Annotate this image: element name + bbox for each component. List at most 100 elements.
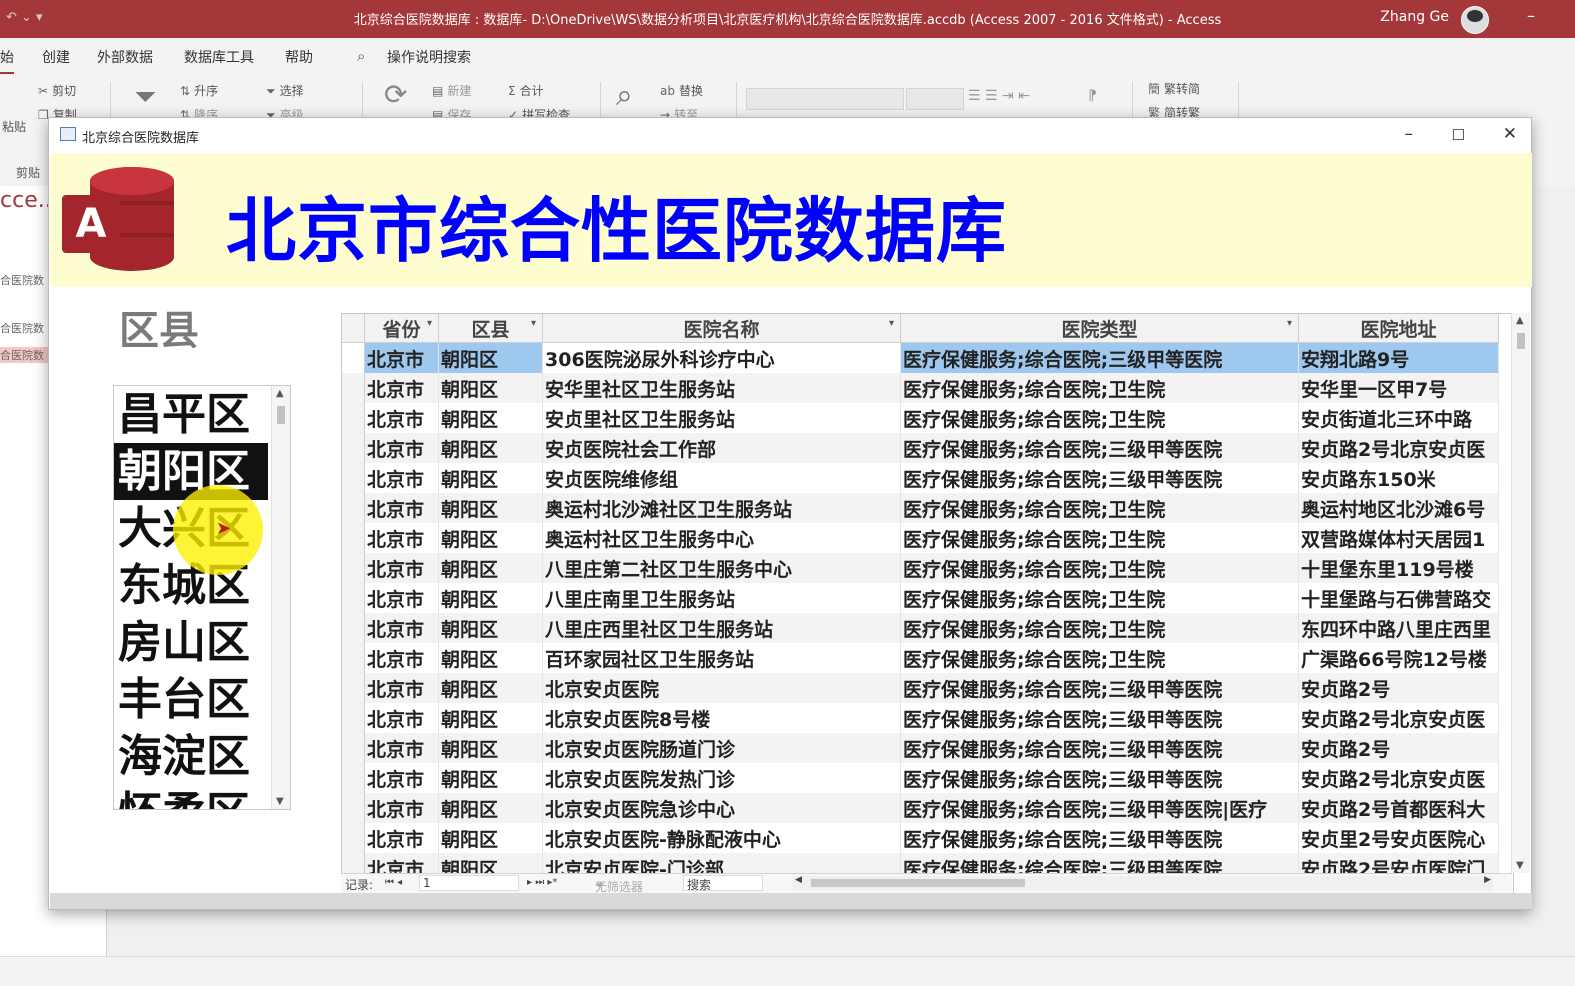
cell-hospital-type[interactable]: 医疗保健服务;综合医院;三级甲等医院 xyxy=(900,342,1299,373)
cell-hospital-type[interactable]: 医疗保健服务;综合医院;卫生院 xyxy=(900,583,1299,613)
hospital-datasheet[interactable]: 省份 ▾ 区县 ▾ 医院名称 ▾ 医院类型 ▾ 医院地址 北京市 朝阳区 306医院泌尿外科… xyxy=(341,313,1514,895)
cell-province[interactable]: 北京市 xyxy=(364,373,439,403)
cell-address[interactable]: 双营路媒体村天居园1 xyxy=(1298,523,1499,553)
cell-hospital-type[interactable]: 医疗保健服务;综合医院;卫生院 xyxy=(900,613,1299,643)
cell-province[interactable]: 北京市 xyxy=(364,703,439,733)
row-selector[interactable] xyxy=(342,342,365,373)
nav-item-selected[interactable]: 合医院数 xyxy=(0,347,50,363)
cell-address[interactable]: 安贞路2号北京安贞医 xyxy=(1298,703,1499,733)
cell-province[interactable]: 北京市 xyxy=(364,433,439,463)
totals-button[interactable]: Σ 合计 xyxy=(508,82,544,99)
row-selector[interactable] xyxy=(342,433,365,463)
cell-hospital-name[interactable]: 八里庄南里卫生服务站 xyxy=(542,583,901,613)
column-header-district[interactable]: 区县 ▾ xyxy=(438,314,543,343)
table-row[interactable]: 北京市 朝阳区 百环家园社区卫生服务站 医疗保健服务;综合医院;卫生院 广渠路66号院1… xyxy=(342,643,1499,673)
listbox-scrollbar[interactable]: ▲ ▼ xyxy=(271,386,290,809)
cell-district[interactable]: 朝阳区 xyxy=(438,793,543,823)
cell-district[interactable]: 朝阳区 xyxy=(438,553,543,583)
table-row[interactable]: 北京市 朝阳区 306医院泌尿外科诊疗中心 医疗保健服务;综合医院;三级甲等医院 安翔北… xyxy=(342,342,1499,373)
maximize-button[interactable]: ☐ xyxy=(1452,126,1465,144)
close-button[interactable]: ✕ xyxy=(1503,124,1517,144)
search-icon[interactable]: ⌕ xyxy=(357,47,365,65)
row-selector[interactable] xyxy=(342,493,365,523)
cell-province[interactable]: 北京市 xyxy=(364,793,439,823)
cell-province[interactable]: 北京市 xyxy=(364,673,439,703)
cell-hospital-name[interactable]: 八里庄西里社区卫生服务站 xyxy=(542,613,901,643)
cell-district[interactable]: 朝阳区 xyxy=(438,493,543,523)
table-row[interactable]: 北京市 朝阳区 奥运村社区卫生服务中心 医疗保健服务;综合医院;卫生院 双营路媒体村天居… xyxy=(342,523,1499,553)
current-record-field[interactable]: 1 xyxy=(419,875,519,891)
cut-button[interactable]: ✂ 剪切 xyxy=(38,82,76,99)
scroll-right-icon[interactable]: ▶ xyxy=(1484,875,1491,885)
cell-hospital-name[interactable]: 奥运村社区卫生服务中心 xyxy=(542,523,901,553)
cell-hospital-type[interactable]: 医疗保健服务;综合医院;卫生院 xyxy=(900,553,1299,583)
row-selector[interactable] xyxy=(342,403,365,433)
table-row[interactable]: 北京市 朝阳区 北京安贞医院发热门诊 医疗保健服务;综合医院;三级甲等医院 安贞路2号北… xyxy=(342,763,1499,793)
cell-hospital-name[interactable]: 北京安贞医院-静脉配液中心 xyxy=(542,823,901,853)
cell-address[interactable]: 安贞街道北三环中路 xyxy=(1298,403,1499,433)
cell-province[interactable]: 北京市 xyxy=(364,342,439,373)
cell-hospital-name[interactable]: 奥运村北沙滩社区卫生服务站 xyxy=(542,493,901,523)
cell-address[interactable]: 十里堡东里119号楼 xyxy=(1298,553,1499,583)
row-selector[interactable] xyxy=(342,733,365,763)
datasheet-search-input[interactable]: 搜索 xyxy=(683,875,763,892)
cell-hospital-name[interactable]: 安贞医院社会工作部 xyxy=(542,433,901,463)
cell-district[interactable]: 朝阳区 xyxy=(438,583,543,613)
replace-button[interactable]: ab 替换 xyxy=(660,82,703,99)
cell-hospital-type[interactable]: 医疗保健服务;综合医院;三级甲等医院 xyxy=(900,823,1299,853)
cell-province[interactable]: 北京市 xyxy=(364,583,439,613)
scroll-up-icon[interactable]: ▲ xyxy=(276,388,284,399)
district-item[interactable]: 海淀区 xyxy=(114,728,268,785)
row-selector[interactable] xyxy=(342,583,365,613)
cell-province[interactable]: 北京市 xyxy=(364,523,439,553)
cell-province[interactable]: 北京市 xyxy=(364,733,439,763)
cell-district[interactable]: 朝阳区 xyxy=(438,433,543,463)
cell-hospital-name[interactable]: 306医院泌尿外科诊疗中心 xyxy=(542,342,901,373)
font-name-combo[interactable] xyxy=(746,88,904,110)
row-selector[interactable] xyxy=(342,553,365,583)
cell-hospital-type[interactable]: 医疗保健服务;综合医院;三级甲等医院 xyxy=(900,433,1299,463)
cell-district[interactable]: 朝阳区 xyxy=(438,523,543,553)
cell-hospital-name[interactable]: 北京安贞医院 xyxy=(542,673,901,703)
cell-hospital-type[interactable]: 医疗保健服务;综合医院;三级甲等医院|医疗 xyxy=(900,793,1299,823)
table-row[interactable]: 北京市 朝阳区 八里庄西里社区卫生服务站 医疗保健服务;综合医院;卫生院 东四环中路八里… xyxy=(342,613,1499,643)
cell-district[interactable]: 朝阳区 xyxy=(438,373,543,403)
table-row[interactable]: 北京市 朝阳区 八里庄南里卫生服务站 医疗保健服务;综合医院;卫生院 十里堡路与石佛营路… xyxy=(342,583,1499,613)
district-listbox[interactable]: 昌平区 朝阳区 大兴区 东城区 房山区 丰台区 海淀区 怀柔区 ▲ ▼ xyxy=(113,385,291,810)
cell-district[interactable]: 朝阳区 xyxy=(438,463,543,493)
datasheet-vertical-scrollbar[interactable]: ▲ ▼ xyxy=(1511,313,1530,873)
cell-hospital-name[interactable]: 八里庄第二社区卫生服务中心 xyxy=(542,553,901,583)
table-row[interactable]: 北京市 朝阳区 安华里社区卫生服务站 医疗保健服务;综合医院;卫生院 安华里一区甲7号 xyxy=(342,373,1499,403)
row-selector[interactable] xyxy=(342,763,365,793)
district-item-selected[interactable]: 朝阳区 xyxy=(114,443,268,500)
scroll-down-icon[interactable]: ▼ xyxy=(1516,860,1524,871)
tab-home[interactable]: 始 xyxy=(0,47,14,74)
table-row[interactable]: 北京市 朝阳区 北京安贞医院急诊中心 医疗保健服务;综合医院;三级甲等医院|医疗 安贞路… xyxy=(342,793,1499,823)
scroll-down-icon[interactable]: ▼ xyxy=(276,796,284,807)
dropdown-arrow-icon[interactable]: ▾ xyxy=(531,318,536,329)
row-selector[interactable] xyxy=(342,823,365,853)
row-selector[interactable] xyxy=(342,703,365,733)
trad-to-simp-button[interactable]: 簡繁转简 xyxy=(1148,80,1200,97)
row-selector[interactable] xyxy=(342,613,365,643)
cell-address[interactable]: 安华里一区甲7号 xyxy=(1298,373,1499,403)
cell-hospital-name[interactable]: 北京安贞医院肠道门诊 xyxy=(542,733,901,763)
cell-district[interactable]: 朝阳区 xyxy=(438,823,543,853)
dropdown-arrow-icon[interactable]: ▾ xyxy=(427,318,432,329)
cell-hospital-name[interactable]: 安贞里社区卫生服务站 xyxy=(542,403,901,433)
row-selector[interactable] xyxy=(342,793,365,823)
find-icon[interactable]: ⌕ xyxy=(616,78,633,113)
row-selector[interactable] xyxy=(342,463,365,493)
cell-address[interactable]: 东四环中路八里庄西里 xyxy=(1298,613,1499,643)
cell-district[interactable]: 朝阳区 xyxy=(438,763,543,793)
minimize-button[interactable]: – xyxy=(1405,124,1414,144)
table-row[interactable]: 北京市 朝阳区 八里庄第二社区卫生服务中心 医疗保健服务;综合医院;卫生院 十里堡东里1… xyxy=(342,553,1499,583)
next-last-record-icons[interactable]: ▸ ⏭ ▸* xyxy=(527,877,557,888)
cell-hospital-type[interactable]: 医疗保健服务;综合医院;卫生院 xyxy=(900,493,1299,523)
row-selector[interactable] xyxy=(342,373,365,403)
first-record-icon[interactable]: ⏮ ◂ xyxy=(385,877,402,888)
cell-province[interactable]: 北京市 xyxy=(364,493,439,523)
cell-province[interactable]: 北京市 xyxy=(364,403,439,433)
cell-district[interactable]: 朝阳区 xyxy=(438,643,543,673)
minimize-icon[interactable]: – xyxy=(1527,6,1535,25)
